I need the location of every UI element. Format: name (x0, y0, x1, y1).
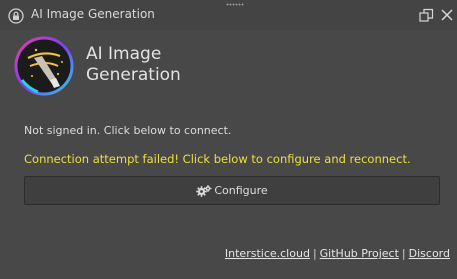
ai-image-generation-docker: AI Image Generation AI Image Generation N… (0, 0, 457, 279)
footer-links: Interstice.cloud | GitHub Project | Discord (225, 247, 450, 260)
github-project-link[interactable]: GitHub Project (320, 247, 399, 260)
connection-status-text: Not signed in. Click below to connect. (24, 124, 232, 137)
app-logo-icon (14, 36, 74, 96)
configure-button[interactable]: Configure (24, 176, 440, 205)
link-separator: | (401, 247, 406, 260)
docker-title: AI Image Generation (31, 7, 155, 21)
docker-title-bar[interactable]: AI Image Generation (0, 0, 457, 30)
close-icon[interactable] (440, 8, 454, 22)
configure-button-label: Configure (214, 184, 268, 197)
interstice-cloud-link[interactable]: Interstice.cloud (225, 247, 310, 260)
float-docker-icon[interactable] (419, 8, 434, 23)
link-separator: | (312, 247, 317, 260)
discord-link[interactable]: Discord (409, 247, 450, 260)
drag-grip-icon[interactable] (226, 3, 244, 6)
app-name: AI Image Generation (86, 44, 181, 85)
gears-icon (196, 184, 212, 197)
connection-error-text: Connection attempt failed! Click below t… (24, 152, 411, 166)
lock-icon (8, 8, 24, 24)
